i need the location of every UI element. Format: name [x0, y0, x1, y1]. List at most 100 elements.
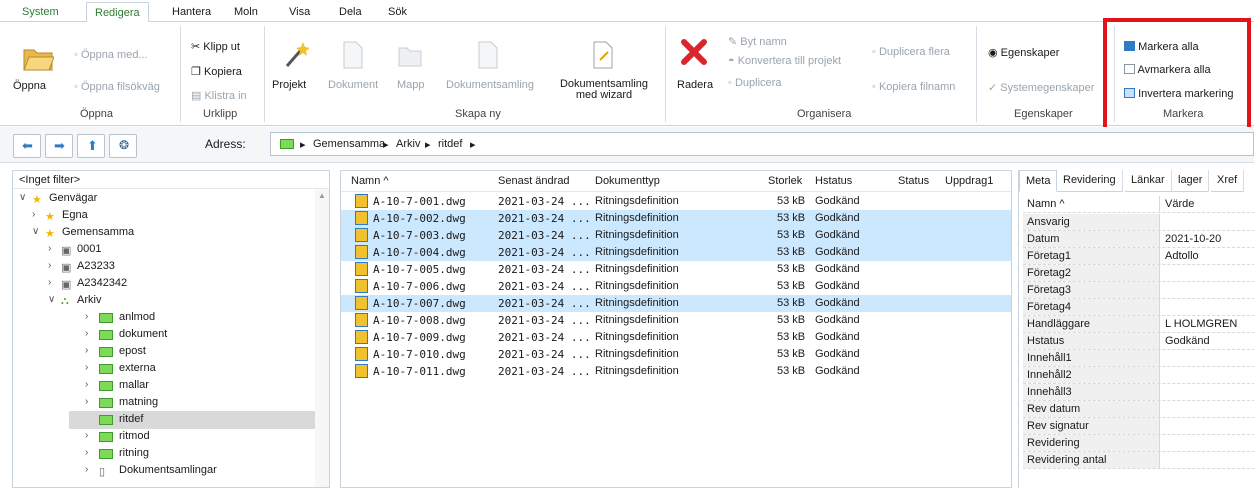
- meta-col-value[interactable]: Värde: [1165, 198, 1195, 210]
- tree-node-epost[interactable]: › epost: [13, 343, 315, 361]
- column-header-name[interactable]: Namn ^: [351, 175, 389, 187]
- meta-row[interactable]: Datum 2021-10-20: [1023, 231, 1254, 248]
- table-row[interactable]: A-10-7-005.dwg 2021-03-24 ... Ritningsdefi…: [341, 261, 1011, 278]
- new-folder-button[interactable]: Mapp: [397, 79, 425, 91]
- table-row[interactable]: A-10-7-003.dwg 2021-03-24 ... Ritningsdefi…: [341, 227, 1011, 244]
- new-project-button[interactable]: Projekt: [272, 79, 306, 91]
- tab-lankar[interactable]: Länkar: [1125, 170, 1172, 192]
- tree-node-gemensamma[interactable]: ∨ ★ Gemensamma: [13, 224, 315, 242]
- tab-revidering[interactable]: Revidering: [1057, 170, 1123, 192]
- paste-button[interactable]: ▤ Klistra in: [191, 89, 247, 102]
- up-button[interactable]: ⬆: [77, 134, 105, 158]
- copy-filename-button[interactable]: ◦ Kopiera filnamn: [872, 81, 955, 93]
- tree-node-0001[interactable]: › ▣ 0001: [13, 241, 315, 259]
- meta-row[interactable]: Rev datum: [1023, 401, 1254, 418]
- open-path-button[interactable]: ◦ Öppna filsökväg: [74, 81, 160, 93]
- address-field[interactable]: ▸ Gemensamma ▸ Arkiv ▸ ritdef ▸: [270, 132, 1254, 156]
- tree-node-ritmod[interactable]: › ritmod: [13, 428, 315, 446]
- separator: [665, 26, 666, 122]
- tab-meta[interactable]: Meta: [1019, 170, 1058, 192]
- file-size: 53 kB: [777, 195, 806, 207]
- column-header-hstatus[interactable]: Hstatus: [815, 175, 852, 187]
- copy-button[interactable]: ❐ Kopiera: [191, 65, 242, 78]
- meta-row[interactable]: Innehåll3: [1023, 384, 1254, 401]
- table-row[interactable]: A-10-7-007.dwg 2021-03-24 ... Ritningsdefi…: [341, 295, 1011, 312]
- meta-key: Företag4: [1023, 299, 1160, 315]
- tree-node-a2342342[interactable]: › ▣ A2342342: [13, 275, 315, 293]
- meta-row[interactable]: Företag2: [1023, 265, 1254, 282]
- tree-node-a23233[interactable]: › ▣ A23233: [13, 258, 315, 276]
- tab-visa[interactable]: Visa: [289, 6, 310, 18]
- meta-row[interactable]: Innehåll1: [1023, 350, 1254, 367]
- table-row[interactable]: A-10-7-011.dwg 2021-03-24 ... Ritningsdefi…: [341, 363, 1011, 380]
- duplicate-button[interactable]: ◦ Duplicera: [728, 77, 781, 89]
- meta-row[interactable]: Revidering: [1023, 435, 1254, 452]
- tab-moln[interactable]: Moln: [234, 6, 258, 18]
- meta-row[interactable]: Företag4: [1023, 299, 1254, 316]
- breadcrumb-ritdef[interactable]: ritdef: [438, 138, 462, 150]
- delete-button[interactable]: Radera: [677, 79, 713, 91]
- tree-node-anlmod[interactable]: › anlmod: [13, 309, 315, 327]
- column-header-status[interactable]: Status: [898, 175, 929, 187]
- tree-node-ritning[interactable]: › ritning: [13, 445, 315, 463]
- rename-button[interactable]: ✎ Byt namn: [728, 35, 787, 48]
- breadcrumb-arkiv[interactable]: Arkiv: [396, 138, 420, 150]
- meta-value[interactable]: L HOLMGREN: [1165, 318, 1237, 330]
- tab-redigera[interactable]: Redigera: [86, 2, 149, 23]
- tree-scrollbar[interactable]: ▲: [315, 189, 329, 487]
- column-header-uppdrag1[interactable]: Uppdrag1: [945, 175, 993, 187]
- meta-row[interactable]: Hstatus Godkänd: [1023, 333, 1254, 350]
- tree-node-egna[interactable]: › ★ Egna: [13, 207, 315, 225]
- table-row[interactable]: A-10-7-008.dwg 2021-03-24 ... Ritningsdefi…: [341, 312, 1011, 329]
- column-header-modified[interactable]: Senast ändrad: [498, 175, 570, 187]
- tab-system[interactable]: System: [22, 6, 59, 18]
- meta-row[interactable]: Ansvarig: [1023, 214, 1254, 231]
- meta-value[interactable]: 2021-10-20: [1165, 233, 1221, 245]
- properties-button[interactable]: ◉ Egenskaper: [988, 46, 1059, 59]
- meta-row[interactable]: Revidering antal: [1023, 452, 1254, 469]
- new-document-button[interactable]: Dokument: [328, 79, 378, 91]
- tab-xref[interactable]: Xref: [1211, 170, 1245, 192]
- tree-node-matning[interactable]: › matning: [13, 394, 315, 412]
- tab-hantera[interactable]: Hantera: [172, 6, 211, 18]
- meta-row[interactable]: Rev signatur: [1023, 418, 1254, 435]
- tab-sok[interactable]: Sök: [388, 6, 407, 18]
- meta-row[interactable]: Innehåll2: [1023, 367, 1254, 384]
- duplicate-many-button[interactable]: ◦ Duplicera flera: [872, 46, 950, 58]
- tree-node-arkiv[interactable]: ∨ ⛬ Arkiv: [13, 292, 315, 310]
- forward-button[interactable]: ➡: [45, 134, 73, 158]
- breadcrumb-gemensamma[interactable]: Gemensamma: [313, 138, 385, 150]
- meta-value[interactable]: Adtollo: [1165, 250, 1199, 262]
- column-header-type[interactable]: Dokumenttyp: [595, 175, 660, 187]
- meta-row[interactable]: Företag3: [1023, 282, 1254, 299]
- meta-row[interactable]: Handläggare L HOLMGREN: [1023, 316, 1254, 333]
- tree-node-ritdef[interactable]: ritdef: [69, 411, 315, 429]
- tree-node-genvagar[interactable]: ∨ ★ Genvägar: [13, 190, 315, 208]
- tree-node-dokumentsamlingar[interactable]: › ▯ Dokumentsamlingar: [13, 462, 315, 480]
- tree-filter[interactable]: <Inget filter>: [19, 174, 80, 186]
- open-button[interactable]: Öppna: [13, 80, 46, 92]
- column-header-size[interactable]: Storlek: [768, 175, 802, 187]
- open-with-button[interactable]: ◦ Öppna med...: [74, 49, 148, 61]
- table-row[interactable]: A-10-7-006.dwg 2021-03-24 ... Ritningsdefi…: [341, 278, 1011, 295]
- cut-button[interactable]: ✂ Klipp ut: [191, 40, 240, 53]
- meta-col-name[interactable]: Namn ^: [1023, 196, 1160, 212]
- new-collection-button[interactable]: Dokumentsamling: [446, 79, 534, 91]
- table-row[interactable]: A-10-7-009.dwg 2021-03-24 ... Ritningsdefi…: [341, 329, 1011, 346]
- new-collection-wizard-button[interactable]: Dokumentsamling med wizard: [554, 79, 654, 101]
- tab-dela[interactable]: Dela: [339, 6, 362, 18]
- table-row[interactable]: A-10-7-002.dwg 2021-03-24 ... Ritningsdefi…: [341, 210, 1011, 227]
- convert-to-project-button[interactable]: ◓ Konvertera till projekt: [728, 55, 841, 67]
- refresh-button[interactable]: ❂: [109, 134, 137, 158]
- tree-node-dokument[interactable]: › dokument: [13, 326, 315, 344]
- meta-row[interactable]: Företag1 Adtollo: [1023, 248, 1254, 265]
- system-properties-button[interactable]: ✓ Systemegenskaper: [988, 81, 1094, 94]
- meta-value[interactable]: Godkänd: [1165, 335, 1210, 347]
- table-row[interactable]: A-10-7-010.dwg 2021-03-24 ... Ritningsdefi…: [341, 346, 1011, 363]
- tree-node-externa[interactable]: › externa: [13, 360, 315, 378]
- table-row[interactable]: A-10-7-001.dwg 2021-03-24 ... Ritningsdefi…: [341, 193, 1011, 210]
- tree-node-mallar[interactable]: › mallar: [13, 377, 315, 395]
- tab-lager[interactable]: lager: [1172, 170, 1210, 192]
- table-row[interactable]: A-10-7-004.dwg 2021-03-24 ... Ritningsdefi…: [341, 244, 1011, 261]
- back-button[interactable]: ⬅: [13, 134, 41, 158]
